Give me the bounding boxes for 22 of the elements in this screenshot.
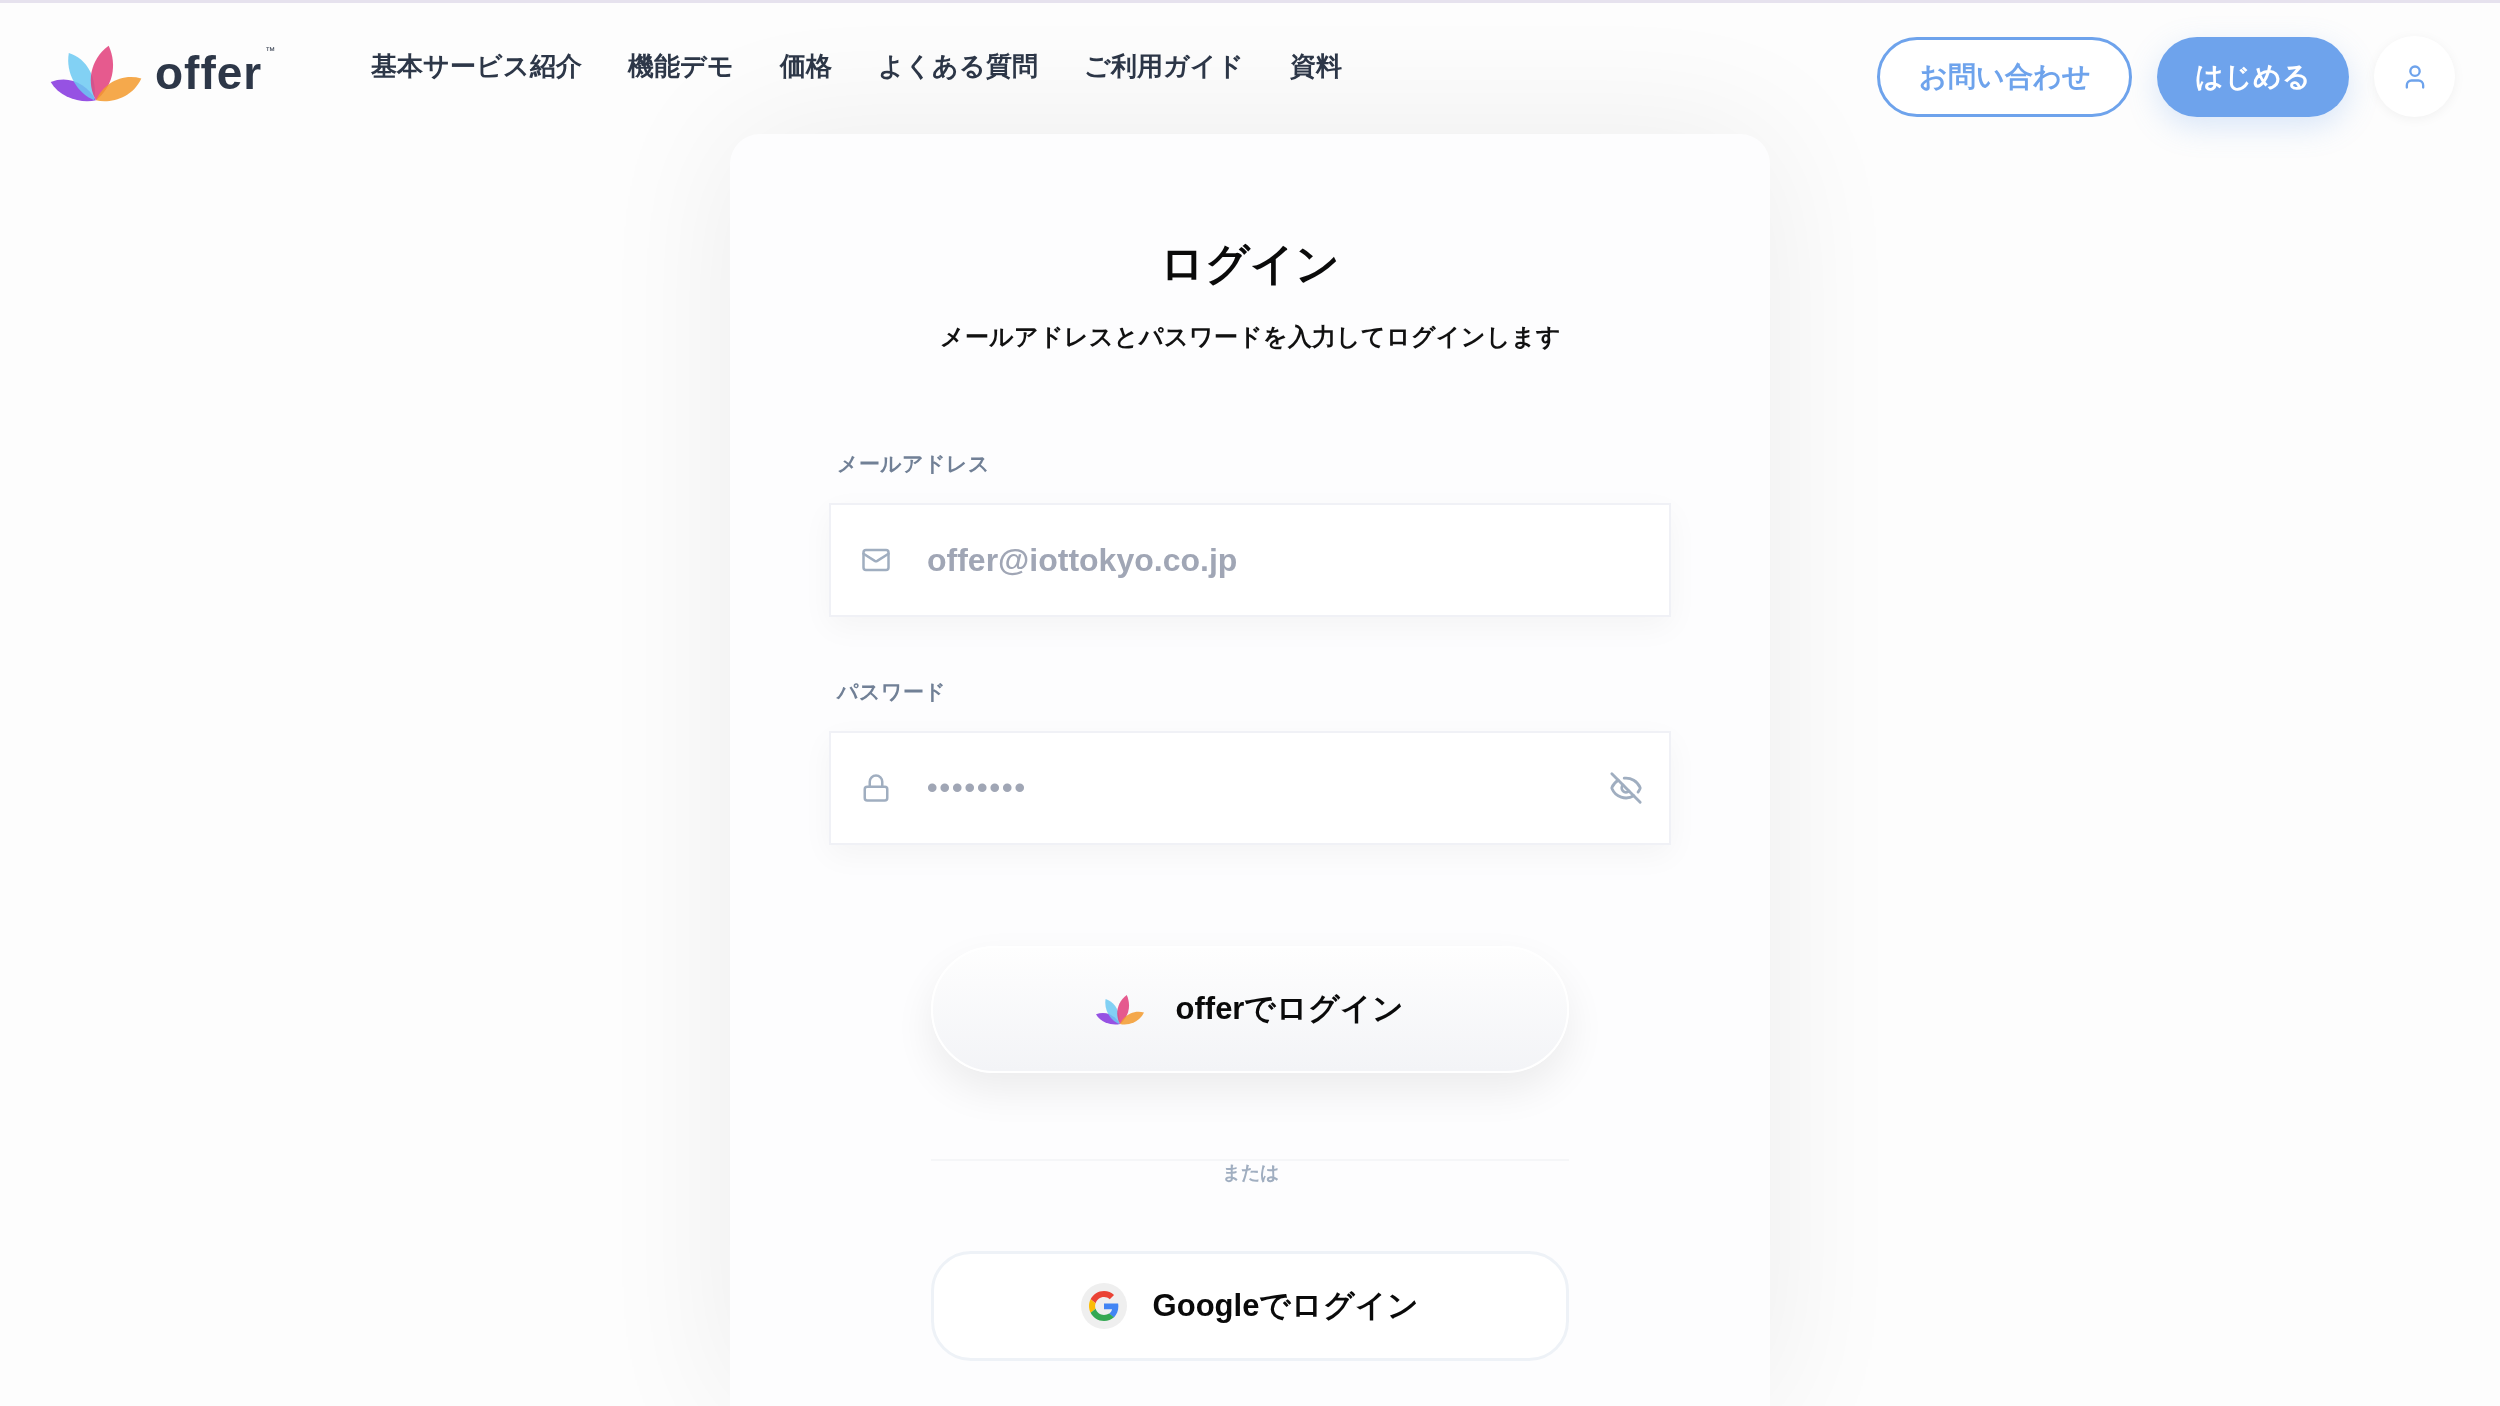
flower-logo-icon bbox=[1095, 994, 1144, 1025]
nav-link[interactable]: 機能デモ bbox=[628, 47, 735, 86]
field-label: パスワード bbox=[835, 679, 947, 705]
divider-text: または bbox=[1221, 1161, 1279, 1185]
email-field[interactable]: offer@iottokyo.co.jp bbox=[829, 503, 1671, 617]
nav-link[interactable]: 資料 bbox=[1290, 47, 1343, 86]
nav-link[interactable]: 基本サービス紹介 bbox=[371, 47, 583, 86]
lock-icon bbox=[861, 773, 891, 803]
nav-link[interactable]: 価格 bbox=[780, 47, 833, 86]
logo-text: offer bbox=[155, 49, 263, 96]
nav-link[interactable]: よくある質問 bbox=[878, 47, 1039, 86]
google-login-button[interactable]: Googleでログイン bbox=[931, 1251, 1569, 1361]
page-subtitle: メールアドレスとパスワードを入力してログインします bbox=[938, 322, 1562, 352]
google-g-icon bbox=[1080, 1283, 1127, 1329]
field-label: メールアドレス bbox=[836, 451, 991, 477]
page-title: ログイン bbox=[1159, 238, 1341, 290]
offer-login-button[interactable]: offerでログイン bbox=[931, 946, 1569, 1073]
nav-link[interactable]: ご利用ガイド bbox=[1084, 47, 1245, 86]
hide-password-icon[interactable] bbox=[1609, 771, 1643, 805]
password-field[interactable]: •••••••• bbox=[829, 731, 1671, 845]
flower-logo-icon bbox=[49, 43, 143, 102]
trademark-mark: ™ bbox=[265, 45, 276, 56]
